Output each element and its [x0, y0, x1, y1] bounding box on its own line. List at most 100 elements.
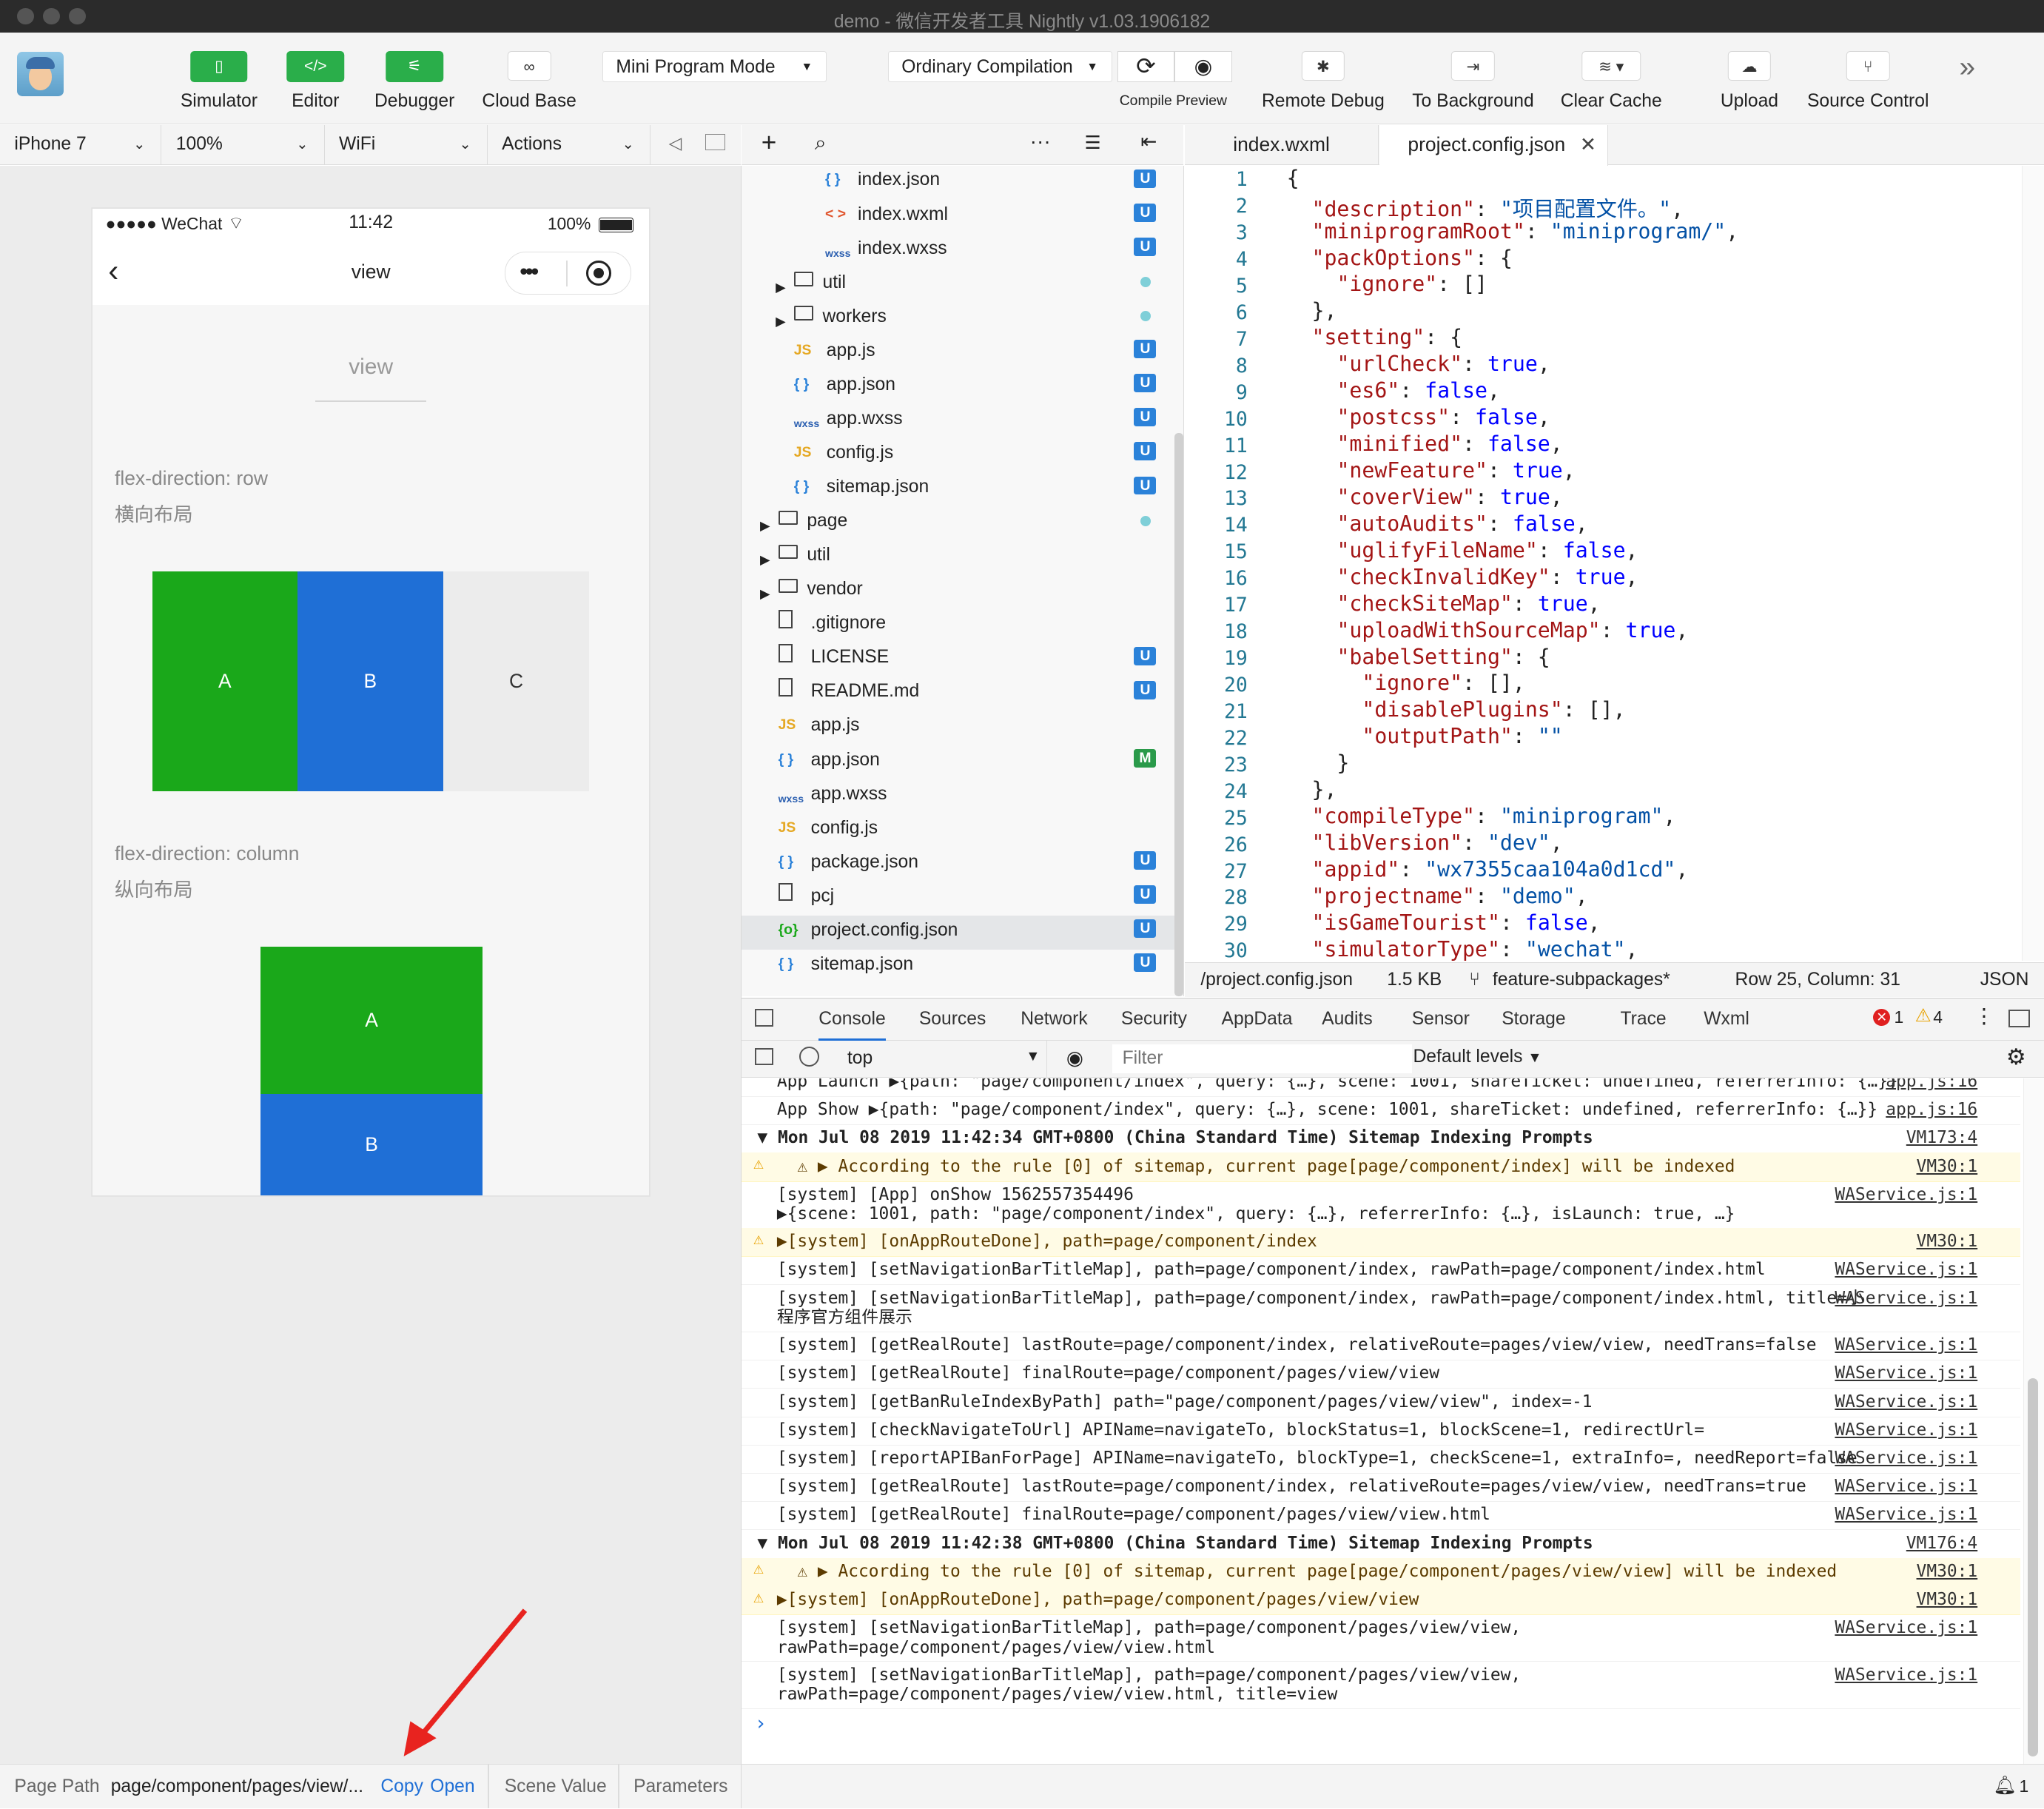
inspect-element-icon[interactable]	[754, 1008, 773, 1027]
parameters-button[interactable]: Parameters	[633, 1776, 727, 1797]
file-tree-item[interactable]: JS config.js	[742, 813, 1174, 848]
source-link[interactable]: VM30:1	[1917, 1232, 1978, 1251]
detach-window-icon[interactable]	[705, 134, 725, 150]
console-filter-input[interactable]	[1112, 1044, 1412, 1073]
upload-button[interactable]: ☁ Upload	[1708, 33, 1792, 124]
search-icon[interactable]: ⌕	[815, 130, 827, 155]
remote-debug-button[interactable]: ✱ Remote Debug	[1258, 33, 1388, 124]
file-tree-item[interactable]: { } app.json U	[742, 370, 1174, 404]
expand-arrow-icon[interactable]: ▶	[776, 275, 786, 301]
expand-arrow-icon[interactable]: ▶	[776, 309, 786, 335]
editor-button[interactable]: </> Editor	[270, 33, 361, 124]
settings-gear-icon[interactable]: ⚙	[2006, 1044, 2026, 1070]
tree-scrollbar[interactable]	[1174, 432, 1184, 996]
collapse-icon[interactable]: ⇤	[1140, 130, 1157, 153]
devtools-tab-sensor[interactable]: Sensor	[1412, 1009, 1470, 1030]
devtools-tab-network[interactable]: Network	[1021, 1009, 1087, 1030]
expand-arrow-icon[interactable]: ▶	[760, 581, 770, 607]
file-tree-item[interactable]: { } package.json U	[742, 848, 1174, 882]
file-tree-item[interactable]: wxss index.wxss U	[742, 234, 1174, 268]
open-link[interactable]: Open	[430, 1776, 474, 1797]
file-tree-item[interactable]: ▶ page	[742, 506, 1174, 540]
devtools-tab-storage[interactable]: Storage	[1502, 1009, 1565, 1030]
clear-cache-button[interactable]: ≋ ▾ Clear Cache	[1555, 33, 1667, 124]
more-chevron-icon[interactable]: »	[1960, 51, 1976, 84]
devtools-tab-audits[interactable]: Audits	[1322, 1009, 1373, 1030]
mode-select[interactable]: Mini Program Mode ▼	[602, 50, 827, 82]
actions-select[interactable]: Actions ⌄	[488, 125, 650, 164]
network-select[interactable]: WiFi ⌄	[325, 125, 488, 164]
devtools-tab-wxml[interactable]: Wxml	[1704, 1009, 1749, 1030]
devtools-tab-console[interactable]: Console	[818, 1009, 886, 1041]
tab-index-wxml[interactable]: index.wxml	[1185, 125, 1379, 164]
code-editor[interactable]: 1 {2 "description": "项目配置文件。", 3 "miniprog…	[1185, 165, 2044, 961]
file-tree-item[interactable]: wxss app.wxss U	[742, 404, 1174, 438]
file-tree-item[interactable]: JS app.js U	[742, 336, 1174, 370]
file-tree-item[interactable]: JS app.js	[742, 711, 1174, 745]
user-avatar[interactable]	[16, 52, 64, 97]
editor-scrollbar[interactable]	[2022, 165, 2044, 961]
simulator-button[interactable]: ▯ Simulator	[173, 33, 264, 124]
context-select[interactable]: top ▼	[838, 1040, 1048, 1077]
tab-project-config-json[interactable]: project.config.json ✕	[1379, 125, 1608, 166]
source-link[interactable]: WAService.js:1	[1835, 1420, 1977, 1440]
sidebar-toggle-icon[interactable]	[754, 1048, 773, 1066]
refresh-compile-button[interactable]: ⟳	[1117, 50, 1175, 82]
source-link[interactable]: WAService.js:1	[1835, 1363, 1977, 1383]
file-tree-item[interactable]: JS config.js U	[742, 438, 1174, 472]
file-tree-item[interactable]: ▶ workers	[742, 302, 1174, 336]
source-link[interactable]: VM173:4	[1906, 1128, 1977, 1147]
mute-icon[interactable]: ◁	[669, 133, 682, 153]
preview-button[interactable]: ◉	[1174, 50, 1232, 82]
log-levels-select[interactable]: Default levels ▼	[1413, 1047, 1542, 1067]
dock-icon[interactable]	[2008, 1010, 2031, 1027]
source-link[interactable]: WAService.js:1	[1835, 1185, 1977, 1204]
source-link[interactable]: WAService.js:1	[1835, 1477, 1977, 1496]
sort-icon[interactable]: ☰	[1085, 132, 1101, 154]
more-dots-icon[interactable]: •••	[520, 258, 539, 285]
devtools-tab-appdata[interactable]: AppData	[1222, 1009, 1293, 1030]
file-tree-item[interactable]: { } sitemap.json U	[742, 472, 1174, 506]
file-tree-item[interactable]: { } index.json U	[742, 166, 1174, 200]
source-link[interactable]: WAService.js:1	[1835, 1449, 1977, 1468]
clear-console-icon[interactable]	[799, 1047, 819, 1067]
source-link[interactable]: WAService.js:1	[1835, 1335, 1977, 1355]
file-tree-item[interactable]: < > index.wxml U	[742, 200, 1174, 234]
source-link[interactable]: WAService.js:1	[1835, 1618, 1977, 1637]
file-tree-item[interactable]: pcj U	[742, 882, 1174, 916]
debugger-button[interactable]: ⚟ Debugger	[366, 33, 463, 124]
compilation-select[interactable]: Ordinary Compilation ▼	[887, 50, 1112, 82]
file-tree-item[interactable]: LICENSE U	[742, 643, 1174, 677]
scene-value-button[interactable]: Scene Value	[505, 1776, 607, 1797]
file-tree-item[interactable]: wxss app.wxss	[742, 779, 1174, 813]
source-link[interactable]: VM30:1	[1917, 1590, 1978, 1609]
expand-arrow-icon[interactable]: ▶	[760, 547, 770, 573]
source-link[interactable]: VM176:4	[1906, 1534, 1977, 1553]
file-tree-item[interactable]: .gitignore	[742, 609, 1174, 643]
source-link[interactable]: WAService.js:1	[1835, 1505, 1977, 1524]
devtools-tab-security[interactable]: Security	[1121, 1009, 1187, 1030]
source-link[interactable]: app.js:16	[1886, 1100, 1977, 1119]
source-link[interactable]: VM30:1	[1917, 1562, 1978, 1581]
close-capsule-icon[interactable]	[585, 260, 612, 286]
devtools-tab-trace[interactable]: Trace	[1621, 1009, 1667, 1030]
zoom-select[interactable]: 100% ⌄	[161, 125, 325, 164]
source-link[interactable]: app.js:16	[1886, 1078, 1977, 1092]
source-control-button[interactable]: ⑂ Source Control	[1803, 33, 1933, 124]
expand-arrow-icon[interactable]: ▶	[760, 513, 770, 539]
file-tree-item[interactable]: { } sitemap.json U	[742, 950, 1174, 984]
file-tree-item[interactable]: README.md U	[742, 677, 1174, 711]
file-tree-item[interactable]: {o} project.config.json U	[742, 916, 1175, 950]
source-link[interactable]: WAService.js:1	[1835, 1392, 1977, 1412]
source-link[interactable]: WAService.js:1	[1835, 1289, 1977, 1308]
close-tab-icon[interactable]: ✕	[1580, 125, 1596, 164]
console-prompt[interactable]: ›	[755, 1712, 767, 1735]
copy-link[interactable]: Copy	[380, 1776, 423, 1797]
device-select[interactable]: iPhone 7 ⌄	[0, 125, 162, 164]
file-tree-item[interactable]: ▶ vendor	[742, 574, 1174, 608]
to-background-button[interactable]: ⇥ To Background	[1408, 33, 1538, 124]
console-scrollbar[interactable]	[2023, 1078, 2044, 1765]
file-tree-item[interactable]: ▶ util	[742, 540, 1174, 574]
cloud-base-button[interactable]: ∞ Cloud Base	[476, 33, 582, 124]
bell-icon[interactable]: 🔔︎	[1993, 1775, 2016, 1796]
